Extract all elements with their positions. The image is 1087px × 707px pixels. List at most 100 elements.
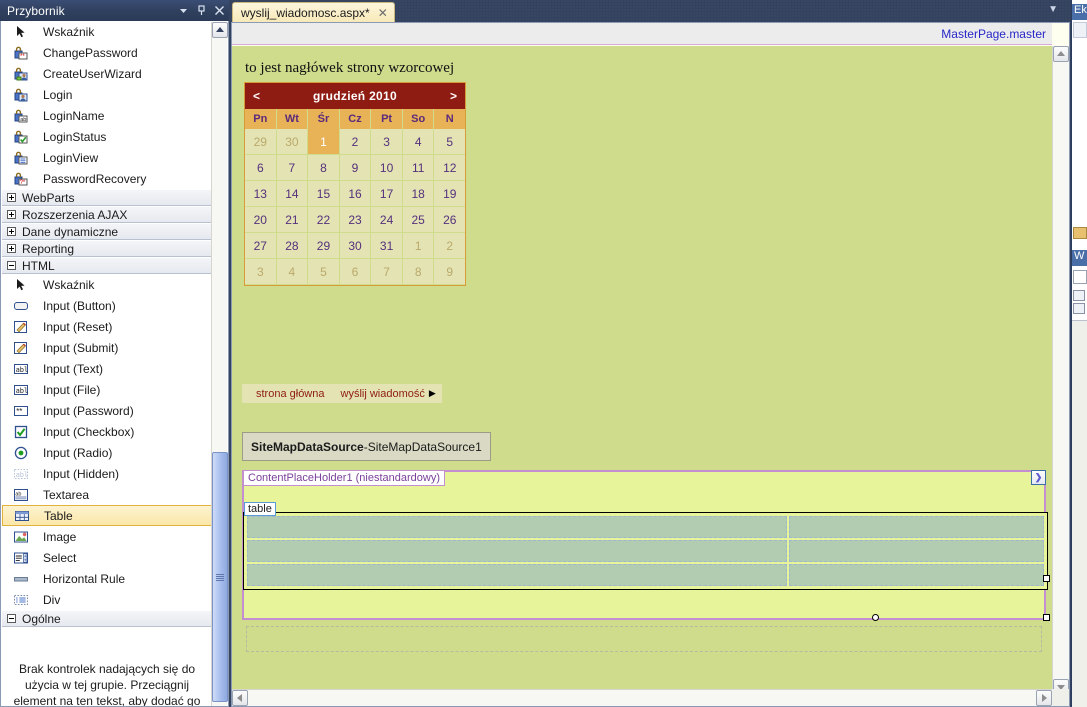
calendar-day-cell[interactable]: 6: [245, 155, 277, 181]
toolbox-category-og-lne[interactable]: Ogólne: [2, 610, 213, 627]
toolbox-item-loginstatus[interactable]: LoginStatus: [2, 126, 213, 147]
sitemap-menu[interactable]: strona główna wyślij wiadomość ▶: [242, 384, 442, 403]
designer-horizontal-scrollbar[interactable]: [232, 689, 1052, 706]
properties-combo-field[interactable]: [1073, 270, 1087, 284]
selection-handle-bottom-right[interactable]: [1043, 614, 1050, 621]
content-placeholder-expand-button[interactable]: ❯: [1031, 470, 1046, 485]
collapse-icon[interactable]: [7, 614, 16, 623]
calendar-day-cell[interactable]: 29: [308, 233, 340, 259]
calendar-day-cell[interactable]: 3: [371, 129, 403, 155]
masterpage-link[interactable]: MasterPage.master: [941, 27, 1046, 41]
toolbox-category-rozszerzenia-ajax[interactable]: Rozszerzenia AJAX: [2, 206, 213, 223]
toolbox-item-input-password[interactable]: ** Input (Password): [2, 400, 213, 421]
calendar-day-cell[interactable]: 2: [434, 233, 466, 259]
toolbox-item-input-reset[interactable]: Input (Reset): [2, 316, 213, 337]
toolbox-item-passwordrecovery[interactable]: ?* PasswordRecovery: [2, 168, 213, 189]
table-row[interactable]: [246, 539, 1045, 563]
calendar-day-cell[interactable]: 14: [276, 181, 309, 207]
designer-scroll-left-icon[interactable]: [232, 690, 248, 706]
toolbox-scrollbar[interactable]: [211, 22, 228, 706]
calendar-day-cell[interactable]: 3: [245, 259, 277, 285]
calendar-day-cell[interactable]: 29: [245, 129, 277, 155]
calendar-day-cell[interactable]: 25: [402, 207, 435, 233]
calendar-day-cell[interactable]: 28: [276, 233, 309, 259]
calendar-prev-month-link[interactable]: <: [253, 89, 271, 103]
table-tag-label[interactable]: table: [244, 502, 276, 516]
close-icon[interactable]: [211, 3, 227, 19]
calendar-day-cell[interactable]: 13: [245, 181, 277, 207]
calendar-day-cell[interactable]: 27: [245, 233, 277, 259]
expand-icon[interactable]: [7, 210, 16, 219]
table-cell[interactable]: [789, 516, 1044, 538]
table-cell[interactable]: [247, 564, 787, 586]
table-row[interactable]: [246, 563, 1045, 587]
designer-vertical-scrollbar[interactable]: [1052, 46, 1069, 695]
calendar-day-cell[interactable]: 12: [434, 155, 466, 181]
toolbox-category-reporting[interactable]: Reporting: [2, 240, 213, 257]
calendar-day-cell[interactable]: 5: [308, 259, 340, 285]
calendar-day-cell[interactable]: 9: [434, 259, 466, 285]
toolbox-item-select[interactable]: Select: [2, 547, 213, 568]
toolbox-item-horizontal-rule[interactable]: Horizontal Rule: [2, 568, 213, 589]
expand-icon[interactable]: [7, 227, 16, 236]
toolbox-item-loginname[interactable]: ab LoginName: [2, 105, 213, 126]
pin-icon[interactable]: [193, 3, 209, 19]
designer-scroll-up-icon[interactable]: [1053, 46, 1069, 62]
calendar-next-month-link[interactable]: >: [439, 89, 457, 103]
calendar-day-cell[interactable]: 30: [339, 233, 372, 259]
content-placeholder-tag[interactable]: ContentPlaceHolder1 (niestandardowy): [243, 470, 445, 486]
calendar-day-cell[interactable]: 2: [339, 129, 372, 155]
calendar-day-cell[interactable]: 30: [276, 129, 309, 155]
table-cell[interactable]: [247, 540, 787, 562]
designer-scroll-right-icon[interactable]: [1036, 690, 1052, 706]
calendar-day-cell[interactable]: 7: [371, 259, 403, 285]
calendar-day-cell[interactable]: 20: [245, 207, 277, 233]
toolbox-item-table[interactable]: Table: [2, 505, 213, 526]
calendar-day-cell[interactable]: 22: [308, 207, 340, 233]
table-cell[interactable]: [789, 540, 1044, 562]
calendar-day-cell[interactable]: 11: [402, 155, 435, 181]
menu-item-1[interactable]: strona główna: [248, 388, 333, 400]
calendar-control[interactable]: < grudzień 2010 > Pn Wt Śr Cz Pt So N 29 30 1 2 3 4…: [244, 82, 466, 286]
menu-item-2[interactable]: wyślij wiadomość: [333, 388, 433, 400]
toolbox-item-input-button[interactable]: Input (Button): [2, 295, 213, 316]
expand-icon[interactable]: [7, 193, 16, 202]
toolbox-item-div[interactable]: Div: [2, 589, 213, 610]
calendar-day-cell[interactable]: 23: [339, 207, 372, 233]
table-row[interactable]: [246, 515, 1045, 539]
calendar-day-cell[interactable]: 19: [434, 181, 466, 207]
toolbox-item-textarea[interactable]: ab Textarea: [2, 484, 213, 505]
toolbox-item-input-hidden[interactable]: abl Input (Hidden): [2, 463, 213, 484]
toolbox-item-image[interactable]: Image: [2, 526, 213, 547]
toolbox-item-login[interactable]: Login: [2, 84, 213, 105]
calendar-day-cell[interactable]: 4: [402, 129, 435, 155]
toolbox-item-loginview[interactable]: LoginView: [2, 147, 213, 168]
toolbox-category-html[interactable]: HTML: [2, 257, 213, 274]
selection-handle-middle-right[interactable]: [1043, 575, 1050, 582]
toolbox-item-input-submit[interactable]: Input (Submit): [2, 337, 213, 358]
sitemapdatasource-control[interactable]: SiteMapDataSource - SiteMapDataSource1: [242, 432, 491, 461]
content-placeholder-empty-row[interactable]: [246, 626, 1042, 652]
calendar-day-cell[interactable]: 9: [339, 155, 372, 181]
calendar-day-cell[interactable]: 5: [434, 129, 466, 155]
designer-canvas[interactable]: to jest nagłówek strony wzorcowej < grud…: [232, 46, 1052, 695]
calendar-day-cell[interactable]: 8: [308, 155, 340, 181]
selection-handle-bottom[interactable]: [872, 614, 879, 621]
calendar-day-cell[interactable]: 10: [371, 155, 403, 181]
calendar-day-cell[interactable]: 15: [308, 181, 340, 207]
calendar-day-cell[interactable]: 17: [371, 181, 403, 207]
toolbox-item-createuserwizard[interactable]: CreateUserWizard: [2, 63, 213, 84]
solution-explorer-toolbar-button[interactable]: [1073, 22, 1087, 38]
calendar-today-cell[interactable]: 1: [308, 129, 340, 155]
table-cell[interactable]: [789, 564, 1044, 586]
scroll-up-arrow-icon[interactable]: [212, 22, 228, 38]
calendar-day-cell[interactable]: 31: [371, 233, 403, 259]
calendar-day-cell[interactable]: 21: [276, 207, 309, 233]
table-cell[interactable]: [247, 516, 787, 538]
calendar-day-cell[interactable]: 1: [402, 233, 435, 259]
calendar-day-cell[interactable]: 24: [371, 207, 403, 233]
toolbox-category-webparts[interactable]: WebParts: [2, 189, 213, 206]
calendar-day-cell[interactable]: 7: [276, 155, 309, 181]
collapse-icon[interactable]: [7, 261, 16, 270]
html-table-element[interactable]: [243, 512, 1048, 590]
